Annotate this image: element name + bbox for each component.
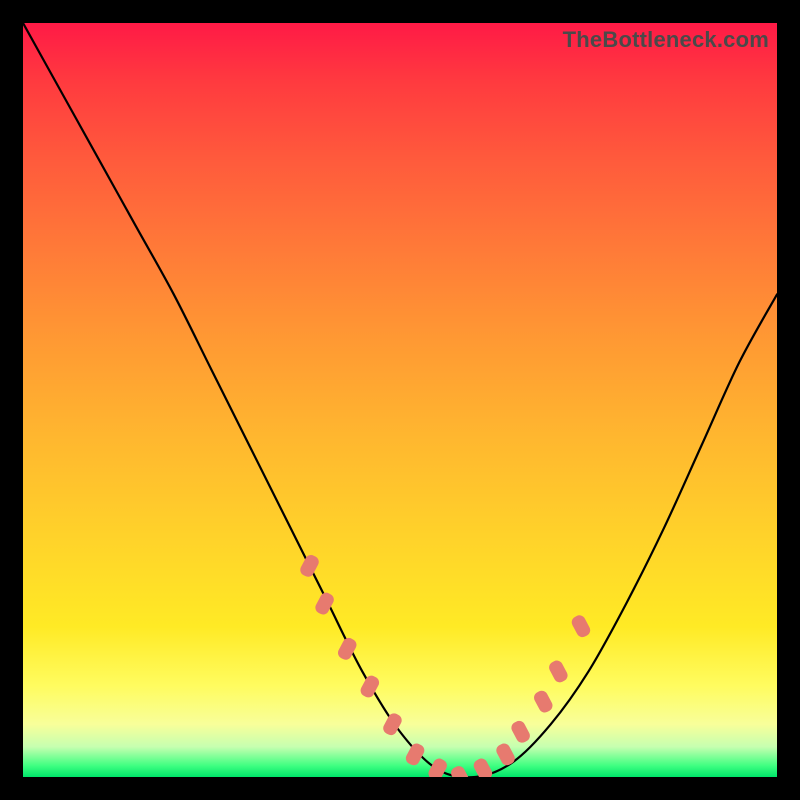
bottleneck-curve bbox=[23, 23, 777, 777]
curve-svg bbox=[23, 23, 777, 777]
chart-plot-area: TheBottleneck.com bbox=[23, 23, 777, 777]
curve-marker bbox=[532, 689, 555, 715]
curve-marker bbox=[570, 613, 593, 639]
marker-group bbox=[298, 553, 592, 777]
curve-marker bbox=[298, 553, 321, 579]
curve-marker bbox=[404, 741, 427, 767]
curve-marker bbox=[358, 674, 381, 700]
curve-marker bbox=[509, 719, 532, 745]
curve-marker bbox=[494, 741, 517, 767]
curve-marker bbox=[449, 764, 472, 777]
curve-marker bbox=[472, 756, 495, 777]
curve-marker bbox=[547, 658, 570, 684]
